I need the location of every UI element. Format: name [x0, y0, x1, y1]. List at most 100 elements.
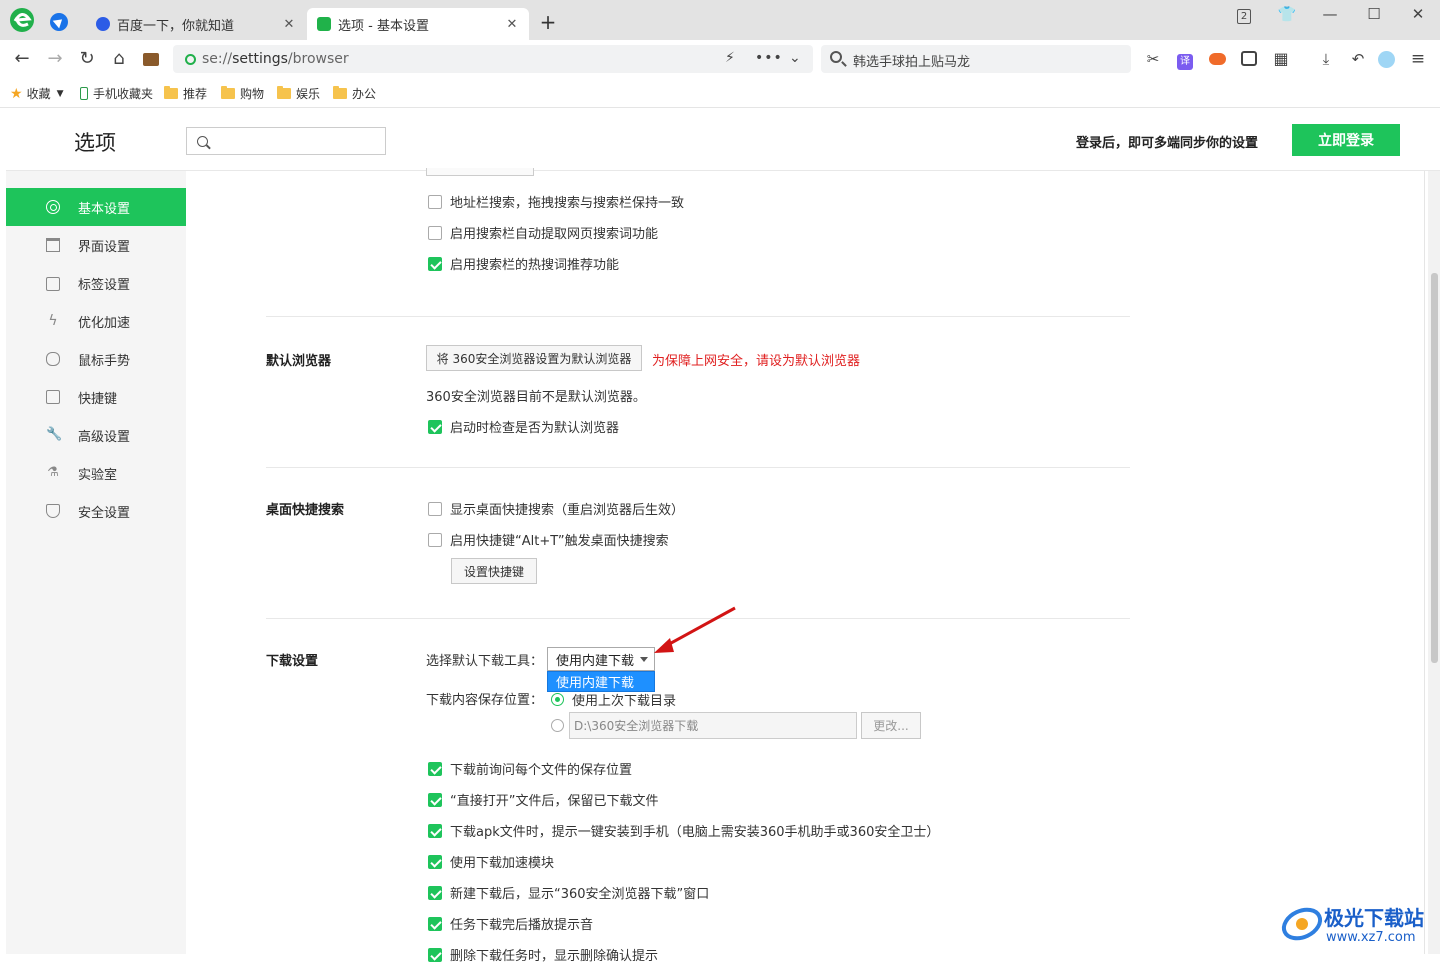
bookmark-folder[interactable]: 购物 — [221, 85, 264, 102]
section-title-default-browser: 默认浏览器 — [266, 354, 332, 369]
bookmark-mobile[interactable]: 手机收藏夹 — [80, 85, 153, 102]
download-location-label: 下载内容保存位置： — [426, 693, 544, 708]
tab-close-icon[interactable]: ✕ — [282, 17, 296, 32]
folder-icon — [164, 86, 178, 99]
back-button[interactable]: ← — [11, 48, 33, 70]
sidebar-item-security[interactable]: 安全设置 — [6, 492, 186, 530]
phone-icon — [80, 87, 88, 100]
download-option-row[interactable]: 新建下载后，显示“360安全浏览器下载”窗口 — [428, 883, 709, 902]
search-option-row[interactable]: 启用搜索栏自动提取网页搜索词功能 — [428, 223, 658, 242]
bookmark-folder[interactable]: 办公 — [333, 85, 376, 102]
home-button[interactable]: ⌂ — [108, 48, 130, 70]
download-option-row[interactable]: 任务下载完后播放提示音 — [428, 914, 593, 933]
address-bar[interactable]: se://settings/browser ⚡ ••• ⌄ — [173, 45, 813, 73]
sidebar-item-advanced[interactable]: 🔧 高级设置 — [6, 416, 186, 454]
checkbox[interactable] — [428, 501, 442, 516]
radio[interactable] — [551, 719, 564, 732]
bookmark-folder[interactable]: 娱乐 — [277, 85, 320, 102]
checkbox-checked[interactable] — [428, 792, 442, 807]
translate-icon[interactable]: 译 — [1175, 49, 1195, 70]
bookmark-favorites[interactable]: ★ 收藏 ▼ — [10, 85, 64, 102]
watermark-logo-icon — [1281, 907, 1323, 941]
sidebar-item-interface[interactable]: 界面设置 — [6, 226, 186, 264]
checkbox[interactable] — [428, 532, 442, 547]
minimize-button[interactable]: — — [1317, 5, 1343, 25]
sidebar-item-tabs[interactable]: 标签设置 — [6, 264, 186, 302]
baidu-paw-icon — [96, 17, 110, 31]
download-option-row[interactable]: 下载apk文件时，提示一键安装到手机（电脑上需安装360手机助手或360安全卫士… — [428, 821, 939, 840]
set-default-browser-button[interactable]: 将 360安全浏览器设置为默认浏览器 — [426, 345, 642, 371]
download-tool-label: 选择默认下载工具： — [426, 654, 544, 669]
cloud-icon[interactable] — [1376, 49, 1396, 69]
gear-icon — [46, 200, 60, 214]
checkbox-checked[interactable] — [428, 885, 442, 900]
tab-settings[interactable]: 选项 - 基本设置 ✕ — [307, 8, 529, 40]
search-option-row[interactable]: 启用搜索栏的热搜词推荐功能 — [428, 254, 619, 273]
checkbox-checked[interactable] — [428, 916, 442, 931]
download-path-field[interactable]: D:\360安全浏览器下载 — [569, 712, 857, 739]
login-button[interactable]: 立即登录 — [1292, 124, 1400, 156]
maximize-button[interactable]: ☐ — [1361, 5, 1387, 25]
download-option-row[interactable]: 使用下载加速模块 — [428, 852, 554, 871]
download-option-row[interactable]: “直接打开”文件后，保留已下载文件 — [428, 790, 658, 809]
check-default-on-start-row[interactable]: 启动时检查是否为默认浏览器 — [428, 417, 619, 436]
radio-selected[interactable] — [551, 693, 564, 706]
address-text[interactable]: se://settings/browser — [202, 51, 349, 67]
download-option-row[interactable]: 下载前询问每个文件的保存位置 — [428, 759, 632, 778]
reload-button[interactable]: ↻ — [76, 48, 98, 70]
checkbox-checked[interactable] — [428, 854, 442, 869]
desktop-search-option-row[interactable]: 启用快捷键“Alt+T”触发桌面快捷搜索 — [428, 530, 669, 549]
scrollbar-thumb[interactable] — [1431, 273, 1438, 663]
checkbox[interactable] — [428, 194, 442, 209]
reader-icon[interactable] — [1239, 49, 1259, 69]
download-tool-select[interactable]: 使用内建下载 — [547, 647, 655, 671]
more-icon[interactable]: ••• — [755, 50, 783, 66]
sidebar-item-speed[interactable]: ϟ 优化加速 — [6, 302, 186, 340]
change-path-button[interactable]: 更改... — [861, 712, 921, 739]
window-count-button[interactable]: 2 — [1231, 5, 1257, 25]
checkbox[interactable] — [428, 225, 442, 240]
scissors-icon[interactable]: ✂ — [1143, 49, 1163, 69]
checkbox-checked[interactable] — [428, 256, 442, 271]
desktop-search-option-row[interactable]: 显示桌面快捷搜索（重启浏览器后生效） — [428, 499, 684, 518]
sidebar-item-shortcuts[interactable]: 快捷键 — [6, 378, 186, 416]
pinned-tab-icon[interactable] — [50, 13, 68, 31]
forward-button[interactable]: → — [44, 48, 66, 70]
location-last-dir-row[interactable]: 使用上次下载目录 — [551, 690, 676, 709]
settings-search-input[interactable] — [186, 127, 386, 155]
search-text[interactable]: 韩选手球拍上贴马龙 — [853, 51, 970, 70]
set-shortcut-button[interactable]: 设置快捷键 — [451, 558, 537, 584]
checkbox-checked[interactable] — [428, 761, 442, 776]
checkbox-checked[interactable] — [428, 419, 442, 434]
sidebar-item-lab[interactable]: ⚗ 实验室 — [6, 454, 186, 492]
tab-close-icon[interactable]: ✕ — [505, 17, 519, 32]
sidebar-item-mouse[interactable]: 鼠标手势 — [6, 340, 186, 378]
search-box[interactable]: 韩选手球拍上贴马龙 — [821, 45, 1131, 73]
undo-icon[interactable]: ↶ — [1348, 49, 1368, 69]
chevron-down-icon[interactable]: ⌄ — [789, 50, 801, 66]
toolbox-icon[interactable] — [140, 48, 162, 70]
checkbox-checked[interactable] — [428, 947, 442, 962]
search-option-row[interactable]: 地址栏搜索，拖拽搜索与搜索栏保持一致 — [428, 192, 684, 211]
browser-logo-icon[interactable] — [9, 7, 35, 33]
apps-grid-icon[interactable]: ▦ — [1271, 49, 1291, 69]
bookmark-folder[interactable]: 推荐 — [164, 85, 207, 102]
download-option-row[interactable]: 删除下载任务时，显示删除确认提示 — [428, 945, 658, 964]
tab-baidu[interactable]: 百度一下，你就知道 ✕ — [86, 8, 306, 40]
speed-mode-icon[interactable]: ⚡ — [725, 50, 735, 66]
bolt-icon: ϟ — [48, 313, 58, 329]
checkbox-checked[interactable] — [428, 823, 442, 838]
download-icon[interactable]: ⤓ — [1316, 49, 1336, 69]
skin-icon[interactable]: 👕 — [1274, 5, 1300, 25]
window-icon — [46, 238, 60, 252]
sidebar-item-label: 高级设置 — [78, 429, 131, 445]
sidebar-item-label: 安全设置 — [78, 505, 131, 521]
dropdown-option-highlighted[interactable]: 使用内建下载 — [547, 671, 655, 692]
caret-down-icon[interactable]: ▼ — [57, 89, 64, 99]
sidebar-item-label: 快捷键 — [78, 391, 118, 407]
game-icon[interactable] — [1207, 49, 1227, 69]
new-tab-button[interactable]: + — [538, 10, 558, 34]
sidebar-item-basic[interactable]: 基本设置 — [6, 188, 186, 226]
close-window-button[interactable]: ✕ — [1405, 5, 1431, 25]
menu-icon[interactable]: ≡ — [1408, 49, 1428, 69]
